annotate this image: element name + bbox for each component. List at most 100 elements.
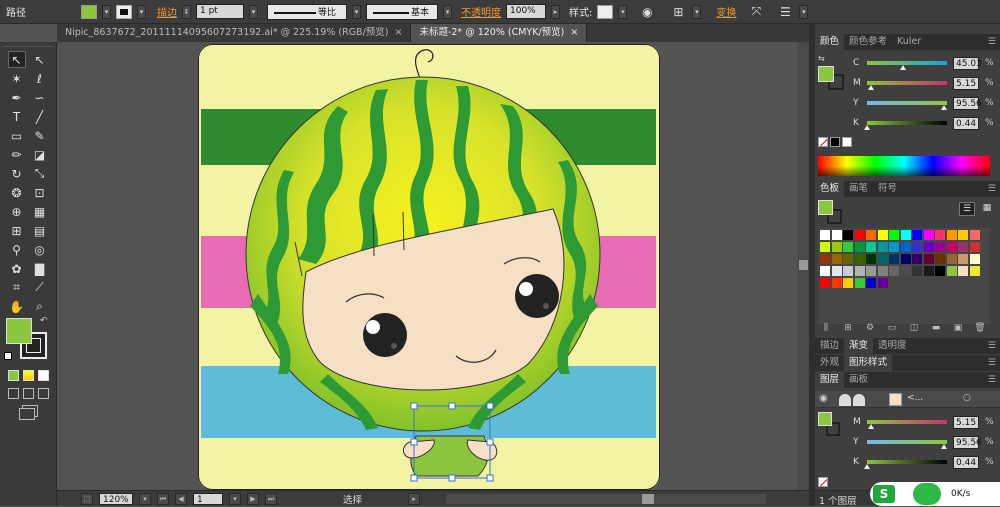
slider-value-k[interactable]: 0.44 bbox=[953, 455, 979, 469]
stroke-swatch[interactable] bbox=[116, 4, 132, 19]
swatch[interactable] bbox=[854, 266, 865, 276]
swap-fill-stroke-icon[interactable]: ↶ bbox=[40, 316, 48, 326]
zoom-field[interactable]: 120% bbox=[99, 492, 133, 505]
warp-tool[interactable]: ❂ bbox=[8, 184, 26, 201]
swatch[interactable] bbox=[935, 254, 945, 264]
stroke-weight-field[interactable]: 1 pt bbox=[196, 4, 244, 19]
slider-knob[interactable] bbox=[868, 85, 874, 90]
slider-knob[interactable] bbox=[900, 65, 906, 70]
swatch[interactable] bbox=[843, 278, 853, 288]
swatch[interactable] bbox=[831, 230, 842, 240]
swatch[interactable] bbox=[866, 254, 876, 264]
slider-knob[interactable] bbox=[864, 125, 870, 130]
swatch[interactable] bbox=[820, 230, 830, 240]
swatch-libraries-icon[interactable]: ⫼ bbox=[819, 322, 833, 334]
slider-track-k[interactable] bbox=[864, 460, 947, 469]
new-color-group-icon[interactable]: ▬ bbox=[929, 322, 943, 334]
fill-box[interactable] bbox=[6, 318, 32, 344]
swatch[interactable] bbox=[877, 254, 888, 264]
swatch[interactable] bbox=[946, 266, 957, 276]
profile-dropdown[interactable]: ▾ bbox=[352, 4, 361, 19]
first-artboard-button[interactable]: ⏮ bbox=[157, 492, 169, 505]
appearance-panel-menu-icon[interactable]: ☰ bbox=[988, 358, 996, 368]
swatch[interactable] bbox=[912, 254, 922, 264]
brush-dropdown[interactable]: ▾ bbox=[443, 4, 452, 19]
opacity-dropdown[interactable]: ▸ bbox=[551, 4, 560, 19]
swatch[interactable] bbox=[969, 266, 980, 276]
swatch[interactable] bbox=[820, 254, 830, 264]
rectangle-tool[interactable]: ▭ bbox=[8, 127, 26, 144]
stroke-weight-stepper[interactable]: ⇕ bbox=[182, 4, 191, 19]
swatch[interactable] bbox=[866, 230, 876, 240]
swatch[interactable] bbox=[923, 266, 934, 276]
delete-swatch-icon[interactable]: 🗑 bbox=[973, 322, 987, 334]
doc-tab-untitled-2[interactable]: 未标题-2* @ 120% (CMYK/预览) × bbox=[411, 24, 588, 42]
swatch[interactable] bbox=[831, 254, 842, 264]
swatch[interactable] bbox=[900, 242, 911, 252]
artboard-tool[interactable]: ⌗ bbox=[8, 279, 26, 296]
swatch-options-icon[interactable]: ⚙ bbox=[863, 322, 877, 334]
tab-transparency[interactable]: 透明度 bbox=[873, 338, 912, 354]
swatch[interactable] bbox=[958, 254, 968, 264]
shape-builder-tool[interactable]: ⊕ bbox=[8, 203, 26, 220]
swatch[interactable] bbox=[866, 278, 876, 288]
layer-target-icon[interactable]: ○ bbox=[963, 393, 971, 403]
zoom-tool[interactable]: ⌕ bbox=[31, 298, 49, 315]
edit-color-group-icon[interactable]: ◫ bbox=[907, 322, 921, 334]
fill-dropdown[interactable]: ▾ bbox=[102, 4, 111, 19]
fill-swatch[interactable] bbox=[81, 4, 97, 19]
last-artboard-button[interactable]: ⏭ bbox=[265, 492, 277, 505]
swatch[interactable] bbox=[854, 230, 865, 240]
lasso-tool[interactable]: ℓ bbox=[31, 70, 49, 87]
pencil-tool[interactable]: ✏ bbox=[8, 146, 26, 163]
black-swatch[interactable] bbox=[830, 137, 840, 147]
zoom-dropdown[interactable]: ▾ bbox=[139, 492, 151, 505]
opacity-field[interactable]: 100% bbox=[506, 4, 546, 19]
swatch[interactable] bbox=[843, 242, 853, 252]
color-spectrum[interactable] bbox=[818, 156, 990, 176]
swatch[interactable] bbox=[843, 254, 853, 264]
tab-gradient[interactable]: 渐变 bbox=[844, 338, 874, 354]
vertical-scrollbar-thumb[interactable] bbox=[799, 260, 808, 270]
tab-layers[interactable]: 图层 bbox=[815, 372, 845, 388]
swatch-kinds-icon[interactable]: ⊞ bbox=[841, 322, 855, 334]
perspective-grid-tool[interactable]: ▦ bbox=[31, 203, 49, 220]
eyedropper-tool[interactable]: ⚲ bbox=[8, 241, 26, 258]
swatch[interactable] bbox=[877, 242, 888, 252]
horizontal-scrollbar-thumb[interactable] bbox=[642, 493, 655, 504]
layers-panel-menu-icon[interactable]: ☰ bbox=[988, 375, 996, 385]
stroke-dropdown[interactable]: ▾ bbox=[137, 4, 146, 19]
artboard-number-field[interactable]: 1 bbox=[193, 492, 223, 505]
swatches-fill-box[interactable] bbox=[818, 200, 833, 215]
slider-track-y[interactable] bbox=[867, 101, 947, 110]
swatch[interactable] bbox=[958, 230, 968, 240]
swatch[interactable] bbox=[900, 254, 911, 264]
swatch[interactable] bbox=[820, 266, 830, 276]
isolate-icon[interactable]: ⤧ bbox=[747, 4, 765, 20]
direct-selection-tool[interactable]: ↖ bbox=[31, 51, 49, 68]
align-dropdown[interactable]: ▾ bbox=[692, 4, 702, 19]
swatch[interactable] bbox=[935, 242, 945, 252]
swatches-panel-menu-icon[interactable]: ☰ bbox=[988, 184, 996, 194]
line-tool[interactable]: ╱ bbox=[31, 108, 49, 125]
swatch[interactable] bbox=[843, 266, 853, 276]
swatch[interactable] bbox=[935, 230, 945, 240]
eraser-tool[interactable]: ◪ bbox=[31, 146, 49, 163]
canvas-area[interactable] bbox=[57, 42, 809, 490]
doc-tab-nipic[interactable]: Nipic_8637672_20111114095607273192.ai* @… bbox=[57, 24, 412, 42]
next-artboard-button[interactable]: ▶ bbox=[247, 492, 259, 505]
swatch[interactable] bbox=[889, 230, 899, 240]
swatch[interactable] bbox=[854, 254, 865, 264]
swap-icon[interactable]: ⇆ bbox=[818, 54, 825, 63]
swatch[interactable] bbox=[889, 242, 899, 252]
variable-width-profile[interactable]: 等比 bbox=[267, 3, 347, 20]
slider-knob[interactable] bbox=[864, 464, 870, 469]
new-swatch-icon[interactable]: ▣ bbox=[951, 322, 965, 334]
slider-value-m[interactable]: 5.15 bbox=[953, 76, 979, 90]
tab-color[interactable]: 颜色 bbox=[815, 34, 845, 50]
transform-label[interactable]: 变换 bbox=[716, 4, 736, 19]
tab-artboards[interactable]: 画板 bbox=[844, 372, 873, 388]
slice-tool[interactable]: ⟋ bbox=[31, 279, 49, 296]
swatch[interactable] bbox=[877, 230, 888, 240]
prev-artboard-button[interactable]: ◀ bbox=[175, 492, 187, 505]
